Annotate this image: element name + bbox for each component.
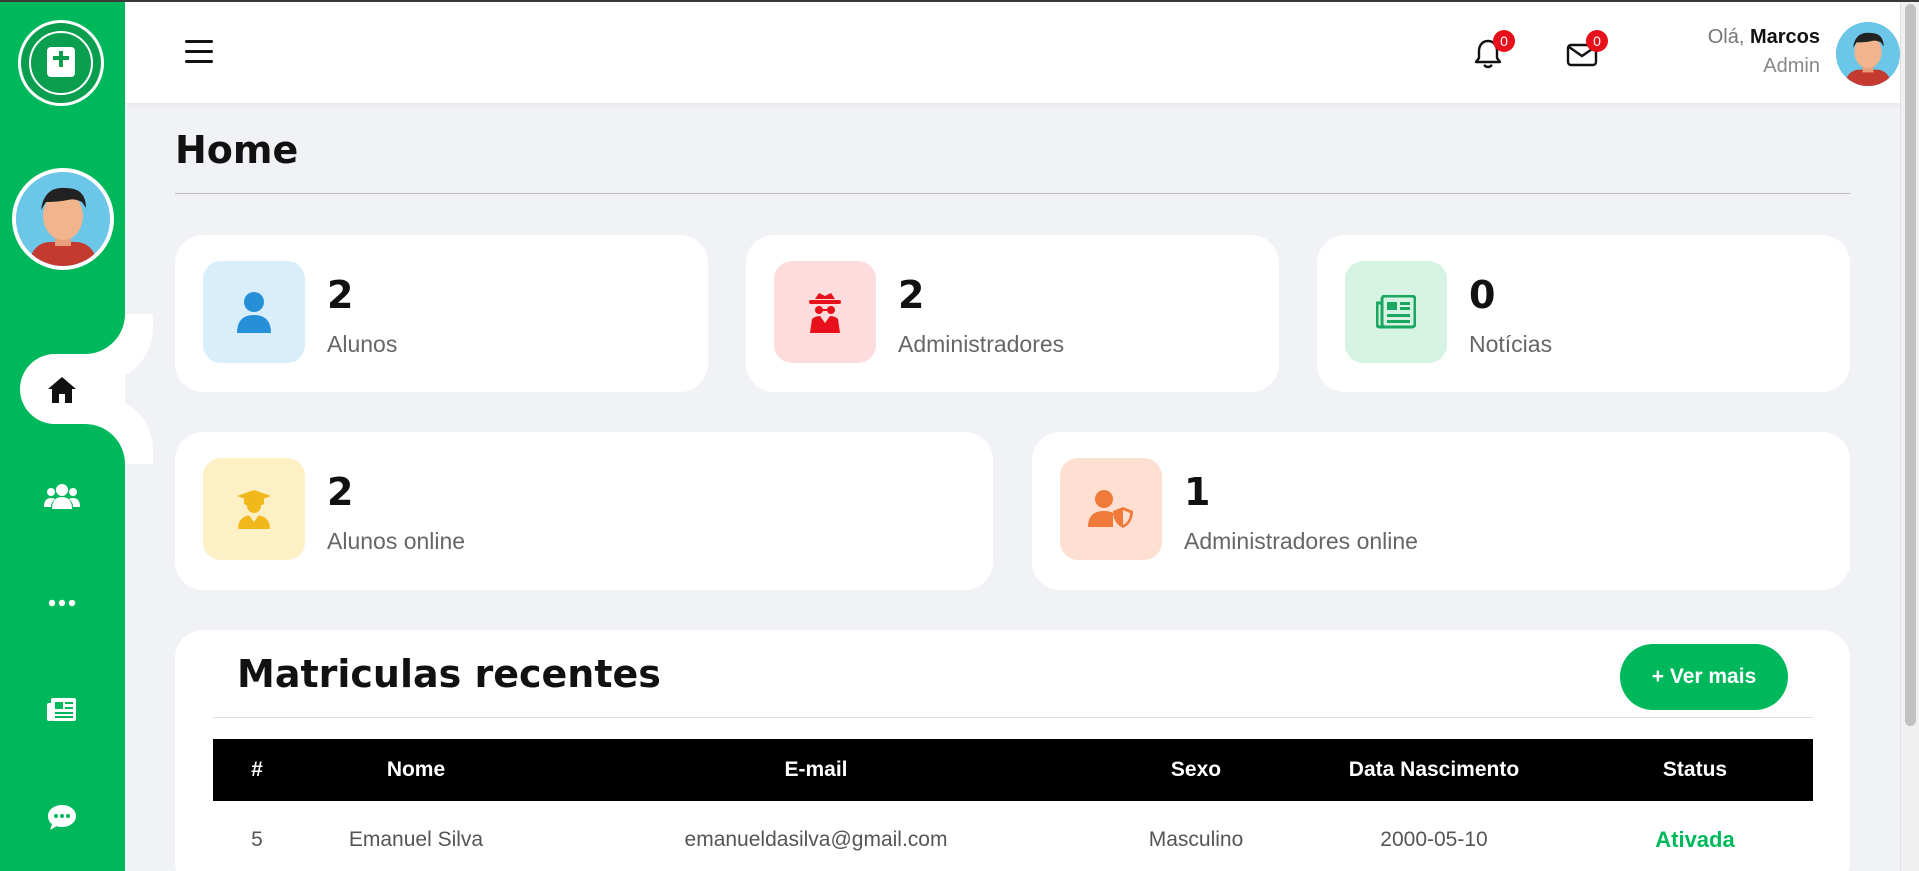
cell-status: Ativada [1655, 827, 1735, 852]
cell-email: emanueldasilva@gmail.com [684, 828, 948, 851]
scrollbar-thumb[interactable] [1905, 4, 1916, 726]
stat-card-noticias[interactable]: 0 Notícias [1317, 235, 1850, 392]
notifications-badge: 0 [1493, 30, 1515, 52]
menu-toggle-icon[interactable] [185, 40, 213, 64]
newspaper-icon [1345, 261, 1447, 363]
user-greeting: Olá, Marcos Admin [1708, 26, 1820, 78]
section-divider [213, 717, 1813, 718]
user-shield-icon [1060, 458, 1162, 560]
users-icon[interactable] [44, 478, 80, 514]
column-header[interactable]: # [213, 739, 301, 801]
cell-birthdate: 2000-05-10 [1380, 828, 1488, 851]
page-scrollbar[interactable] [1900, 2, 1919, 871]
stat-value: 0 [1469, 273, 1496, 317]
title-divider [175, 193, 1850, 194]
school-logo[interactable] [18, 20, 104, 106]
see-more-button[interactable]: + Ver mais [1620, 644, 1788, 710]
recent-enrollments-panel: Matriculas recentes + Ver mais # Nome E-… [175, 630, 1850, 871]
column-header[interactable]: Status [1577, 739, 1813, 801]
sidebar [0, 2, 125, 871]
messages-badge: 0 [1586, 30, 1608, 52]
sidebar-avatar [12, 168, 114, 270]
cell-sex: Masculino [1148, 828, 1244, 851]
graduate-icon [203, 458, 305, 560]
topbar: 0 0 Olá, Marcos Admin [125, 2, 1900, 103]
enrollments-table: # Nome E-mail Sexo Data Nascimento Statu… [213, 739, 1813, 871]
stat-value: 2 [898, 273, 925, 317]
column-header[interactable]: E-mail [531, 739, 1101, 801]
stat-card-administradores[interactable]: 2 Administradores [746, 235, 1279, 392]
stat-card-administradores-online[interactable]: 1 Administradores online [1032, 432, 1850, 590]
stat-value: 2 [327, 470, 354, 514]
notifications-button[interactable]: 0 [1473, 30, 1515, 70]
cell-name: Emanuel Silva [348, 828, 484, 851]
table-header-row: # Nome E-mail Sexo Data Nascimento Statu… [213, 739, 1813, 801]
stat-label: Administradores online [1184, 528, 1418, 554]
user-icon [203, 261, 305, 363]
avatar[interactable] [1836, 22, 1900, 86]
stat-label: Alunos [327, 331, 398, 357]
spy-icon [774, 261, 876, 363]
messages-button[interactable]: 0 [1566, 30, 1608, 70]
chat-icon[interactable] [44, 799, 80, 835]
stat-card-alunos[interactable]: 2 Alunos [175, 235, 708, 392]
column-header[interactable]: Sexo [1101, 739, 1291, 801]
table-row[interactable]: 5 Emanuel Silva emanueldasilva@gmail.com… [213, 801, 1813, 871]
user-role: Admin [1763, 55, 1820, 77]
stat-value: 1 [1184, 470, 1211, 514]
greeting-prefix: Olá, [1707, 26, 1745, 48]
ellipsis-icon[interactable] [44, 585, 80, 621]
stat-card-alunos-online[interactable]: 2 Alunos online [175, 432, 993, 590]
section-title: Matriculas recentes [237, 652, 661, 696]
page-title: Home [175, 128, 299, 172]
stat-label: Alunos online [327, 528, 466, 554]
stat-label: Administradores [898, 331, 1065, 357]
cell-id: 5 [251, 828, 263, 851]
column-header[interactable]: Nome [301, 739, 531, 801]
user-name: Marcos [1749, 26, 1820, 48]
stat-value: 2 [327, 273, 354, 317]
newspaper-icon[interactable] [44, 692, 80, 728]
stat-label: Notícias [1469, 331, 1553, 357]
home-icon[interactable] [44, 372, 80, 408]
column-header[interactable]: Data Nascimento [1291, 739, 1577, 801]
